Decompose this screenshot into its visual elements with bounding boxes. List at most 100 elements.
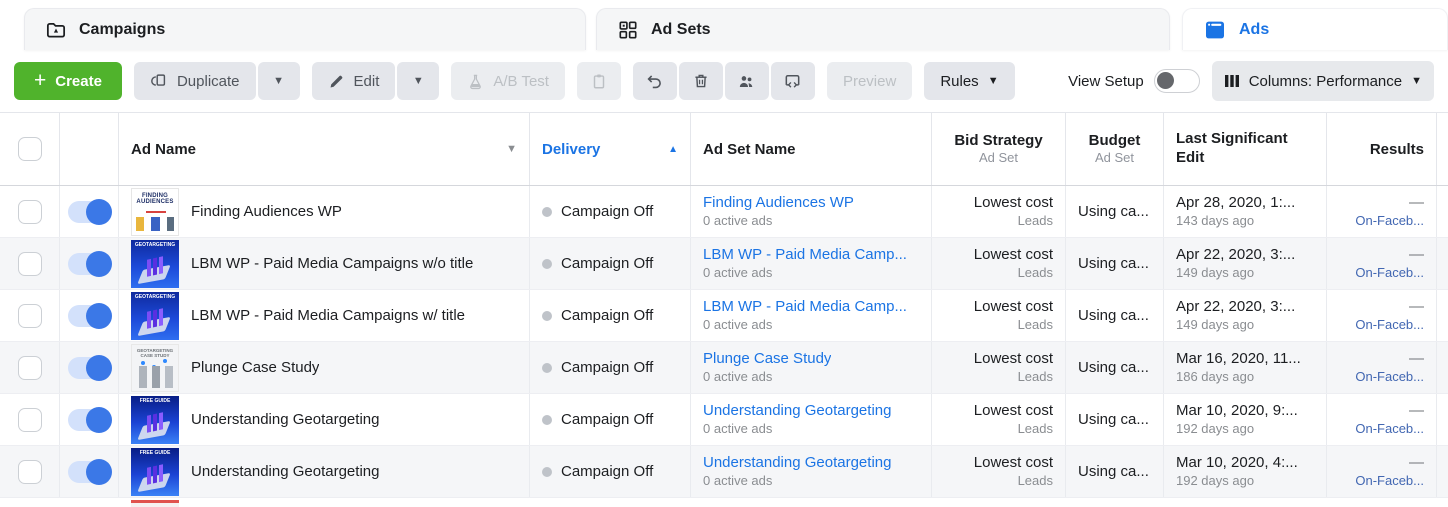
- column-header-last-edit[interactable]: Last Significant Edit: [1164, 113, 1327, 185]
- results-type-link[interactable]: On-Faceb...: [1355, 317, 1424, 334]
- ad-active-toggle[interactable]: [68, 302, 112, 329]
- thumbnail-caption: FREE GUIDE: [139, 397, 171, 404]
- partial-row: [0, 498, 1448, 507]
- last-edit-date: Mar 16, 2020, 11...: [1176, 350, 1301, 368]
- create-button[interactable]: + Create: [14, 62, 122, 100]
- bid-objective: Leads: [1017, 316, 1053, 332]
- edit-dropdown-button[interactable]: ▼: [397, 62, 440, 100]
- bid-strategy-value: Lowest cost: [973, 350, 1053, 368]
- ad-active-toggle[interactable]: [68, 458, 112, 485]
- ad-thumbnail: FREE GUIDE: [131, 395, 179, 444]
- bid-objective: Leads: [1017, 472, 1053, 488]
- column-header-results[interactable]: Results: [1327, 113, 1437, 185]
- column-header-delivery[interactable]: Delivery ▲: [530, 113, 691, 185]
- ad-set-link[interactable]: Plunge Case Study: [703, 349, 831, 369]
- edit-button[interactable]: Edit: [311, 62, 396, 100]
- row-checkbox[interactable]: [17, 303, 42, 328]
- toggle-knob: [86, 458, 112, 485]
- pixel-button[interactable]: [770, 62, 815, 100]
- view-setup-toggle[interactable]: [1153, 69, 1200, 93]
- ad-active-toggle[interactable]: [68, 198, 112, 225]
- table-row: GEOTARGETING LBM WP - Paid Media Campaig…: [0, 290, 1448, 342]
- tab-ad-sets[interactable]: Ad Sets: [596, 8, 1170, 50]
- clipboard-icon: [590, 72, 608, 90]
- toggle-column-header: [60, 113, 119, 185]
- row-checkbox[interactable]: [17, 459, 42, 484]
- last-edit-relative: 192 days ago: [1176, 472, 1255, 488]
- edit-pencil-icon: [328, 73, 345, 90]
- audience-button[interactable]: [724, 62, 769, 100]
- status-dot-icon: [542, 362, 552, 373]
- row-checkbox[interactable]: [17, 407, 42, 432]
- select-all-checkbox[interactable]: [17, 137, 42, 161]
- row-checkbox[interactable]: [17, 251, 42, 276]
- active-ads-count: 0 active ads: [703, 420, 773, 436]
- ad-active-toggle[interactable]: [68, 250, 112, 277]
- ad-name[interactable]: Understanding Geotargeting: [191, 463, 379, 480]
- row-checkbox[interactable]: [17, 355, 42, 380]
- results-type-link[interactable]: On-Faceb...: [1355, 369, 1424, 386]
- flask-icon: [467, 73, 484, 90]
- tab-ads[interactable]: Ads: [1182, 8, 1448, 50]
- ad-set-link[interactable]: Understanding Geotargeting: [703, 453, 891, 473]
- bid-strategy-value: Lowest cost: [973, 454, 1053, 472]
- ad-set-link[interactable]: Understanding Geotargeting: [703, 401, 891, 421]
- undo-button[interactable]: [632, 62, 677, 100]
- table-row: GEOTARGETING CASE STUDY Plunge Case Stud…: [0, 342, 1448, 394]
- results-value: —: [1409, 298, 1424, 316]
- column-header-ad-name[interactable]: Ad Name ▼: [119, 113, 530, 185]
- results-type-link[interactable]: On-Faceb...: [1355, 473, 1424, 490]
- duplicate-button[interactable]: Duplicate: [133, 62, 256, 100]
- table-row: FREE GUIDE Understanding Geotargeting Ca…: [0, 394, 1448, 446]
- pixel-code-icon: [783, 72, 802, 91]
- campaigns-folder-icon: [45, 19, 67, 41]
- active-ads-count: 0 active ads: [703, 368, 773, 384]
- duplicate-dropdown-button[interactable]: ▼: [257, 62, 300, 100]
- thumbnail-caption: GEOTARGETING CASE STUDY: [136, 347, 174, 358]
- chevron-down-icon: ▼: [273, 74, 284, 87]
- level-tabs: Campaigns Ad Sets Ads: [0, 0, 1448, 50]
- last-edit-date: Mar 10, 2020, 9:...: [1176, 402, 1298, 420]
- column-header-ad-set-name[interactable]: Ad Set Name: [691, 113, 932, 185]
- results-value: —: [1409, 246, 1424, 264]
- ad-name[interactable]: LBM WP - Paid Media Campaigns w/ title: [191, 307, 465, 324]
- toggle-knob: [86, 406, 112, 433]
- last-edit-date: Apr 22, 2020, 3:...: [1176, 246, 1296, 264]
- chevron-down-icon: ▼: [506, 143, 517, 155]
- row-checkbox[interactable]: [17, 199, 42, 224]
- budget-value: Using ca...: [1078, 307, 1149, 324]
- ad-name[interactable]: LBM WP - Paid Media Campaigns w/o title: [191, 255, 473, 272]
- column-header-bid-strategy[interactable]: Bid Strategy Ad Set: [932, 113, 1066, 185]
- results-type-link[interactable]: On-Faceb...: [1355, 265, 1424, 282]
- ad-set-link[interactable]: Finding Audiences WP: [703, 193, 854, 213]
- ad-set-link[interactable]: LBM WP - Paid Media Camp...: [703, 245, 907, 265]
- people-icon: [737, 72, 756, 91]
- rules-button[interactable]: Rules ▼: [924, 62, 1015, 100]
- ad-name[interactable]: Plunge Case Study: [191, 359, 319, 376]
- ad-name[interactable]: Understanding Geotargeting: [191, 411, 379, 428]
- undo-icon: [645, 72, 664, 91]
- toggle-knob: [86, 302, 112, 329]
- columns-button[interactable]: Columns: Performance ▼: [1211, 61, 1434, 101]
- bid-objective: Leads: [1017, 368, 1053, 384]
- column-header-budget[interactable]: Budget Ad Set: [1066, 113, 1164, 185]
- status-dot-icon: [542, 206, 552, 217]
- results-type-link[interactable]: On-Faceb...: [1355, 213, 1424, 230]
- last-edit-date: Mar 10, 2020, 4:...: [1176, 454, 1298, 472]
- tab-campaigns[interactable]: Campaigns: [24, 8, 586, 50]
- status-dot-icon: [542, 414, 552, 425]
- ad-name[interactable]: Finding Audiences WP: [191, 203, 342, 220]
- ad-active-toggle[interactable]: [68, 406, 112, 433]
- select-all-cell: [0, 113, 60, 185]
- toggle-knob: [86, 250, 112, 277]
- bid-strategy-value: Lowest cost: [973, 402, 1053, 420]
- last-edit-relative: 192 days ago: [1176, 420, 1255, 436]
- ads-icon: [1203, 18, 1227, 42]
- ad-active-toggle[interactable]: [68, 354, 112, 381]
- ad-set-link[interactable]: LBM WP - Paid Media Camp...: [703, 297, 907, 317]
- delete-button[interactable]: [678, 62, 723, 100]
- status-dot-icon: [542, 258, 552, 269]
- paste-button: [576, 62, 621, 100]
- results-type-link[interactable]: On-Faceb...: [1355, 421, 1424, 438]
- table-row: FINDING AUDIENCES Finding Audiences WP C…: [0, 186, 1448, 238]
